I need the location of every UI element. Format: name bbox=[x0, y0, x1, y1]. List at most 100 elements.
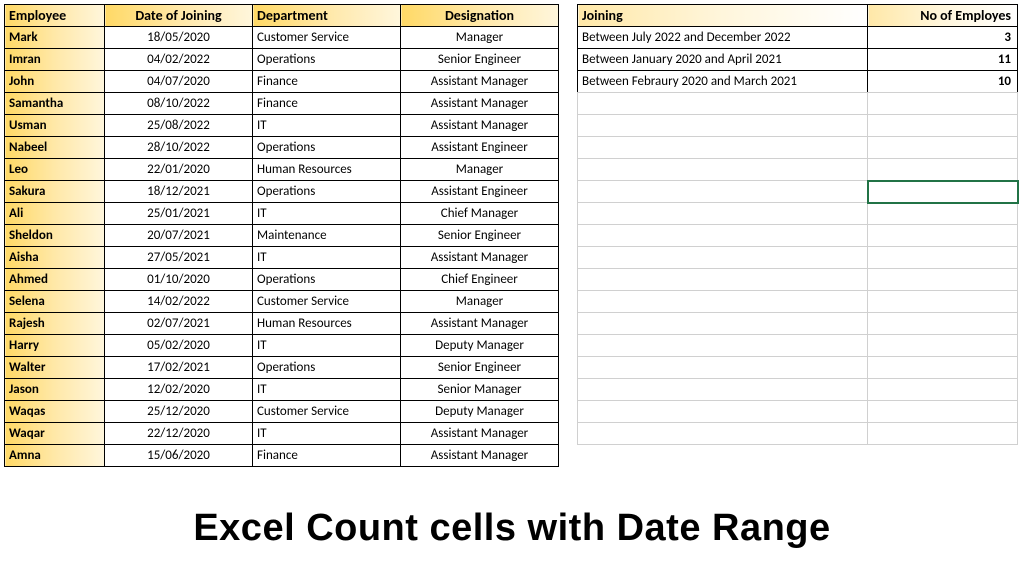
cell-employee[interactable]: Amna bbox=[5, 445, 105, 467]
cell-employee[interactable]: Ahmed bbox=[5, 269, 105, 291]
cell-employee[interactable]: Usman bbox=[5, 115, 105, 137]
cell-designation[interactable]: Chief Manager bbox=[401, 203, 559, 225]
empty-cell[interactable] bbox=[578, 93, 868, 115]
active-cell[interactable] bbox=[868, 181, 1018, 203]
empty-cell[interactable] bbox=[578, 335, 868, 357]
empty-cell[interactable] bbox=[578, 247, 868, 269]
cell-employee[interactable]: Imran bbox=[5, 49, 105, 71]
cell-department[interactable]: Customer Service bbox=[253, 291, 401, 313]
cell-joining[interactable]: Between July 2022 and December 2022 bbox=[578, 27, 868, 49]
cell-employee[interactable]: Rajesh bbox=[5, 313, 105, 335]
empty-cell[interactable] bbox=[578, 423, 868, 445]
cell-designation[interactable]: Deputy Manager bbox=[401, 401, 559, 423]
cell-designation[interactable]: Deputy Manager bbox=[401, 335, 559, 357]
empty-cell[interactable] bbox=[868, 247, 1018, 269]
cell-department[interactable]: Human Resources bbox=[253, 313, 401, 335]
cell-employee[interactable]: Mark bbox=[5, 27, 105, 49]
empty-cell[interactable] bbox=[578, 313, 868, 335]
empty-cell[interactable] bbox=[578, 269, 868, 291]
cell-designation[interactable]: Manager bbox=[401, 291, 559, 313]
empty-cell[interactable] bbox=[578, 181, 868, 203]
cell-date[interactable]: 02/07/2021 bbox=[105, 313, 253, 335]
cell-designation[interactable]: Assistant Manager bbox=[401, 247, 559, 269]
cell-department[interactable]: Operations bbox=[253, 269, 401, 291]
cell-designation[interactable]: Manager bbox=[401, 27, 559, 49]
cell-date[interactable]: 17/02/2021 bbox=[105, 357, 253, 379]
cell-department[interactable]: IT bbox=[253, 203, 401, 225]
cell-date[interactable]: 01/10/2020 bbox=[105, 269, 253, 291]
header-designation[interactable]: Designation bbox=[401, 5, 559, 27]
empty-cell[interactable] bbox=[868, 423, 1018, 445]
empty-cell[interactable] bbox=[868, 357, 1018, 379]
empty-cell[interactable] bbox=[868, 203, 1018, 225]
empty-cell[interactable] bbox=[868, 291, 1018, 313]
empty-cell[interactable] bbox=[578, 291, 868, 313]
empty-cell[interactable] bbox=[868, 401, 1018, 423]
cell-department[interactable]: Finance bbox=[253, 93, 401, 115]
cell-designation[interactable]: Assistant Manager bbox=[401, 93, 559, 115]
empty-cell[interactable] bbox=[868, 137, 1018, 159]
cell-employee[interactable]: Waqar bbox=[5, 423, 105, 445]
cell-date[interactable]: 08/10/2022 bbox=[105, 93, 253, 115]
cell-date[interactable]: 05/02/2020 bbox=[105, 335, 253, 357]
cell-date[interactable]: 04/02/2022 bbox=[105, 49, 253, 71]
cell-department[interactable]: Operations bbox=[253, 137, 401, 159]
cell-designation[interactable]: Assistant Manager bbox=[401, 71, 559, 93]
empty-cells-grid[interactable] bbox=[577, 92, 1019, 445]
cell-department[interactable]: Operations bbox=[253, 357, 401, 379]
cell-date[interactable]: 27/05/2021 bbox=[105, 247, 253, 269]
cell-date[interactable]: 04/07/2020 bbox=[105, 71, 253, 93]
cell-designation[interactable]: Assistant Manager bbox=[401, 115, 559, 137]
cell-department[interactable]: IT bbox=[253, 115, 401, 137]
cell-designation[interactable]: Senior Engineer bbox=[401, 49, 559, 71]
cell-designation[interactable]: Assistant Manager bbox=[401, 313, 559, 335]
employee-table[interactable]: Employee Date of Joining Department Desi… bbox=[4, 4, 559, 467]
cell-employee[interactable]: Nabeel bbox=[5, 137, 105, 159]
empty-cell[interactable] bbox=[578, 357, 868, 379]
cell-department[interactable]: IT bbox=[253, 335, 401, 357]
header-employee[interactable]: Employee bbox=[5, 5, 105, 27]
cell-date[interactable]: 22/12/2020 bbox=[105, 423, 253, 445]
header-joining[interactable]: Joining bbox=[578, 5, 868, 27]
empty-cell[interactable] bbox=[868, 225, 1018, 247]
cell-employee[interactable]: John bbox=[5, 71, 105, 93]
cell-designation[interactable]: Senior Engineer bbox=[401, 357, 559, 379]
empty-cell[interactable] bbox=[868, 379, 1018, 401]
empty-cell[interactable] bbox=[578, 225, 868, 247]
cell-date[interactable]: 18/12/2021 bbox=[105, 181, 253, 203]
cell-employee[interactable]: Selena bbox=[5, 291, 105, 313]
cell-date[interactable]: 12/02/2020 bbox=[105, 379, 253, 401]
cell-department[interactable]: IT bbox=[253, 247, 401, 269]
empty-cell[interactable] bbox=[868, 93, 1018, 115]
cell-date[interactable]: 25/12/2020 bbox=[105, 401, 253, 423]
cell-department[interactable]: Maintenance bbox=[253, 225, 401, 247]
cell-designation[interactable]: Senior Manager bbox=[401, 379, 559, 401]
cell-department[interactable]: Finance bbox=[253, 71, 401, 93]
cell-designation[interactable]: Assistant Engineer bbox=[401, 181, 559, 203]
cell-department[interactable]: Customer Service bbox=[253, 27, 401, 49]
cell-date[interactable]: 18/05/2020 bbox=[105, 27, 253, 49]
empty-cell[interactable] bbox=[578, 137, 868, 159]
cell-employee[interactable]: Walter bbox=[5, 357, 105, 379]
cell-designation[interactable]: Assistant Manager bbox=[401, 445, 559, 467]
empty-cell[interactable] bbox=[868, 115, 1018, 137]
empty-cell[interactable] bbox=[578, 203, 868, 225]
empty-cell[interactable] bbox=[868, 159, 1018, 181]
empty-cell[interactable] bbox=[868, 335, 1018, 357]
cell-joining[interactable]: Between Febraury 2020 and March 2021 bbox=[578, 71, 868, 93]
cell-date[interactable]: 22/01/2020 bbox=[105, 159, 253, 181]
cell-count[interactable]: 11 bbox=[868, 49, 1018, 71]
cell-date[interactable]: 25/08/2022 bbox=[105, 115, 253, 137]
cell-department[interactable]: Customer Service bbox=[253, 401, 401, 423]
summary-table[interactable]: Joining No of Employes Between July 2022… bbox=[577, 4, 1018, 93]
cell-employee[interactable]: Harry bbox=[5, 335, 105, 357]
empty-cell[interactable] bbox=[868, 313, 1018, 335]
empty-cell[interactable] bbox=[578, 379, 868, 401]
empty-cell[interactable] bbox=[578, 115, 868, 137]
cell-department[interactable]: Human Resources bbox=[253, 159, 401, 181]
cell-department[interactable]: Operations bbox=[253, 49, 401, 71]
header-department[interactable]: Department bbox=[253, 5, 401, 27]
cell-department[interactable]: Finance bbox=[253, 445, 401, 467]
cell-designation[interactable]: Assistant Manager bbox=[401, 423, 559, 445]
header-count[interactable]: No of Employes bbox=[868, 5, 1018, 27]
